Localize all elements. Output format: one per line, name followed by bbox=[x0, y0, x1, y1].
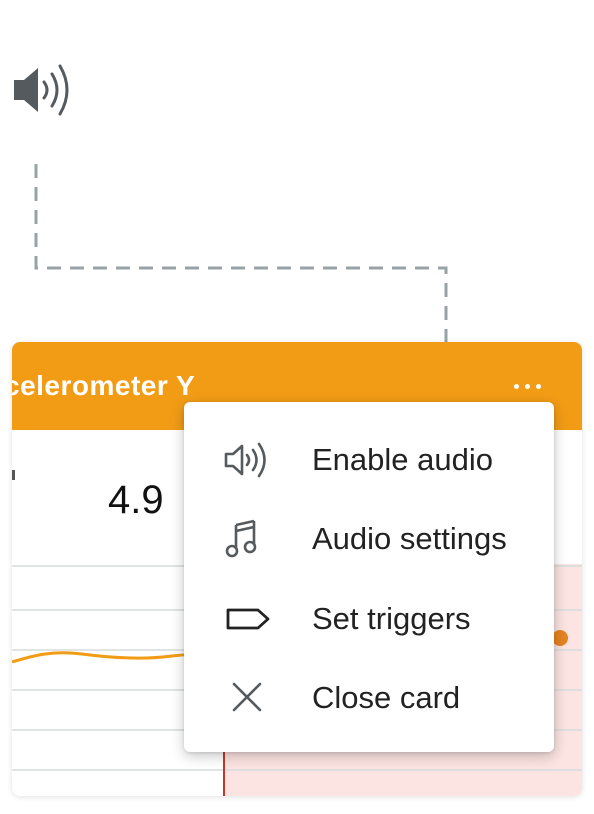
sensor-value: 4.9 bbox=[108, 478, 164, 522]
audio-connector-line bbox=[34, 164, 448, 342]
card-options-menu: Enable audio Audio settings Set triggers… bbox=[184, 402, 554, 752]
speaker-audio-icon bbox=[222, 440, 274, 480]
more-horizontal-icon-dot bbox=[536, 384, 541, 389]
menu-item-label: Set triggers bbox=[312, 601, 471, 636]
music-note-icon bbox=[222, 519, 274, 559]
card-menu-button[interactable] bbox=[504, 368, 552, 402]
menu-item-audio-settings[interactable]: Audio settings bbox=[184, 500, 554, 578]
menu-item-label: Audio settings bbox=[312, 521, 507, 556]
menu-item-close-card[interactable]: Close card bbox=[184, 659, 554, 737]
more-horizontal-icon-dot bbox=[525, 384, 530, 389]
menu-item-enable-audio[interactable]: Enable audio bbox=[184, 421, 554, 499]
app-canvas: celerometer Y 4.9 Enable audio Audio set… bbox=[0, 0, 594, 814]
value-tick-mark bbox=[12, 470, 15, 480]
menu-item-label: Enable audio bbox=[312, 442, 493, 477]
menu-item-set-triggers[interactable]: Set triggers bbox=[184, 580, 554, 658]
card-title: celerometer Y bbox=[12, 370, 196, 401]
tag-icon bbox=[222, 599, 274, 639]
menu-item-label: Close card bbox=[312, 680, 461, 715]
sensor-current-point bbox=[552, 630, 568, 646]
close-icon bbox=[222, 678, 274, 718]
more-horizontal-icon bbox=[514, 384, 519, 389]
speaker-audio-icon[interactable] bbox=[12, 60, 74, 120]
